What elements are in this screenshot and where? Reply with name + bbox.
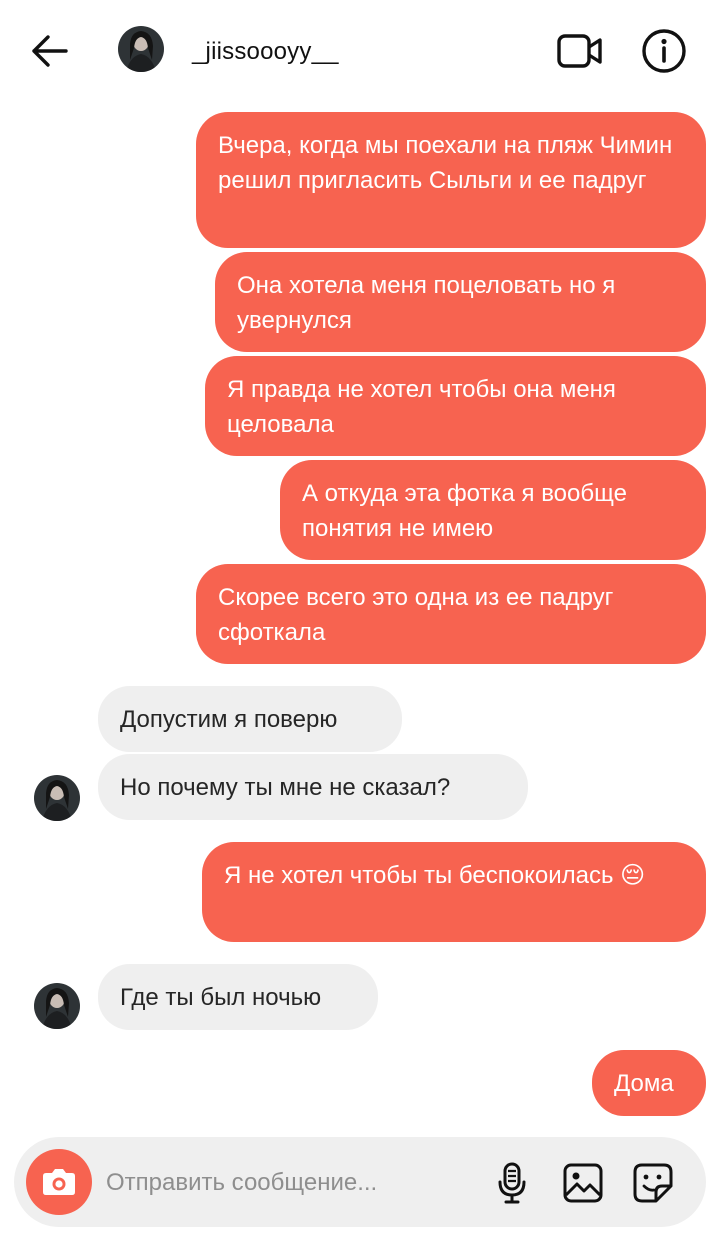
outgoing-message[interactable]: Она хотела меня поцеловать но я увернулс… [215,252,706,352]
message-input[interactable] [106,1166,486,1200]
info-icon[interactable] [640,27,688,75]
outgoing-message[interactable]: Дома [592,1050,706,1116]
camera-icon [43,1169,75,1195]
outgoing-message[interactable]: Я не хотел чтобы ты беспокоилась 😔 [202,842,706,942]
outgoing-message[interactable]: Вчера, когда мы поехали на пляж Чимин ре… [196,112,706,248]
camera-button[interactable] [26,1149,92,1215]
outgoing-message[interactable]: Скорее всего это одна из ее падруг сфотк… [196,564,706,664]
sender-avatar[interactable] [34,775,80,821]
microphone-icon[interactable] [496,1161,528,1205]
chat-header: _jiissoooyy__ [0,0,720,100]
gallery-icon[interactable] [562,1162,604,1204]
arrow-left-icon[interactable] [26,28,72,74]
header-avatar[interactable] [118,26,164,72]
outgoing-message[interactable]: Я правда не хотел чтобы она меня целовал… [205,356,706,456]
message-composer [14,1137,706,1227]
incoming-message[interactable]: Где ты был ночью [98,964,378,1030]
chat-username[interactable]: _jiissoooyy__ [192,38,339,66]
sender-avatar[interactable] [34,983,80,1029]
sticker-icon[interactable] [632,1162,674,1204]
incoming-message[interactable]: Допустим я поверю [98,686,402,752]
outgoing-message[interactable]: А откуда эта фотка я вообще понятия не и… [280,460,706,560]
video-camera-icon[interactable] [556,30,604,72]
incoming-message[interactable]: Но почему ты мне не сказал? [98,754,528,820]
